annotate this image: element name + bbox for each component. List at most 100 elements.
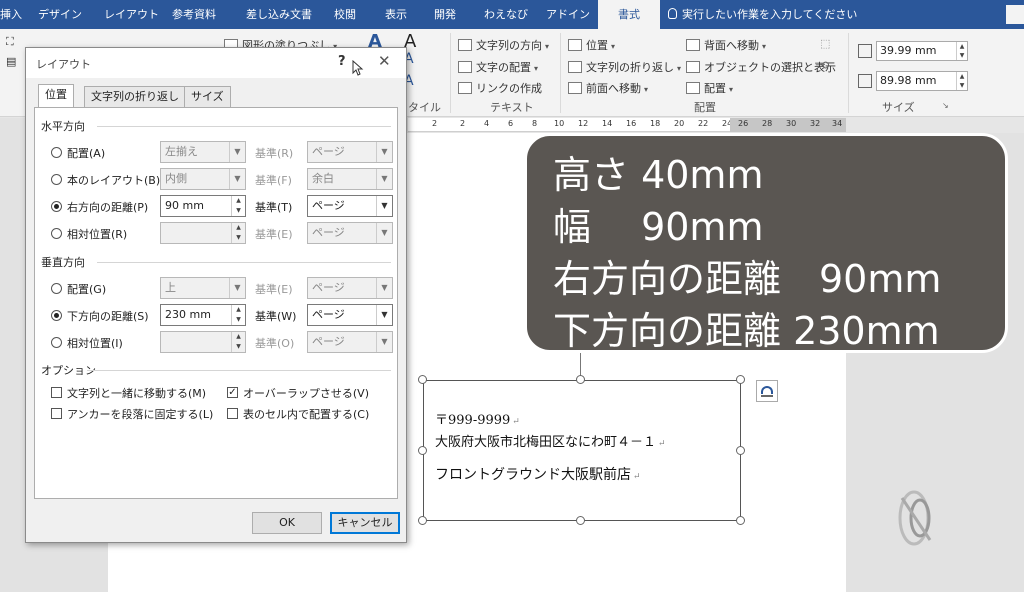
radio-book-layout[interactable] xyxy=(51,174,62,185)
tab-references[interactable]: 参考資料 xyxy=(172,0,216,29)
label-v-relative: 相対位置(I) xyxy=(67,337,123,350)
ruler-tick: 16 xyxy=(626,119,637,128)
shape-width-input[interactable]: 89.98 mm ▲ ▼ xyxy=(876,71,968,91)
radio-v-relative[interactable] xyxy=(51,337,62,348)
align-text-button[interactable]: 文字の配置 ▾ xyxy=(458,59,538,75)
resize-handle-bottom-left[interactable] xyxy=(418,516,427,525)
select-v-absolute-base[interactable]: ページ ▼ xyxy=(307,304,393,326)
tab-developer[interactable]: 開発 xyxy=(434,0,456,29)
section-divider xyxy=(87,370,391,371)
ruler-tick: 18 xyxy=(650,119,661,128)
banner-horizontal-distance: 右方向の距離 90mm xyxy=(553,257,942,301)
textbox-address-line: 大阪府大阪市北梅田区なにわ町４－１ ↵ xyxy=(435,435,666,450)
select-h-alignment[interactable]: 左揃え ▼ xyxy=(160,141,246,163)
wrap-text-button[interactable]: 文字列の折り返し ▾ xyxy=(568,59,681,75)
radio-h-absolute[interactable] xyxy=(51,201,62,212)
input-h-relative[interactable]: ▲ ▼ xyxy=(160,222,246,244)
input-h-absolute[interactable]: 90 mm ▲ ▼ xyxy=(160,195,246,217)
help-button[interactable]: ? xyxy=(338,54,346,69)
banner-height: 高さ 40mm xyxy=(553,153,764,197)
resize-handle-top[interactable] xyxy=(576,375,585,384)
select-book-layout[interactable]: 内側 ▼ xyxy=(160,168,246,190)
create-link-button[interactable]: リンクの作成 xyxy=(458,80,542,96)
link-icon xyxy=(458,82,472,94)
textbox-postal-line: 〒999-9999 ↵ xyxy=(435,413,520,428)
checkbox-move-with-text[interactable] xyxy=(51,387,62,398)
chevron-down-icon: ▼ xyxy=(229,142,245,162)
select-v-alignment[interactable]: 上 ▼ xyxy=(160,277,246,299)
ok-button[interactable]: OK xyxy=(252,512,322,534)
tell-me-box[interactable]: 実行したい作業を入力してください xyxy=(668,0,857,29)
close-button[interactable]: ✕ xyxy=(378,52,391,70)
tab-view[interactable]: 表示 xyxy=(385,0,407,29)
tab-layout[interactable]: レイアウト xyxy=(104,0,159,29)
bring-forward-button[interactable]: 前面へ移動 ▾ xyxy=(568,80,648,96)
label-v-absolute: 下方向の距離(S) xyxy=(67,310,149,323)
tab-size[interactable]: サイズ xyxy=(184,86,231,108)
input-v-absolute[interactable]: 230 mm ▲ ▼ xyxy=(160,304,246,326)
resize-handle-bottom-right[interactable] xyxy=(736,516,745,525)
ruler-tick: 4 xyxy=(484,119,490,128)
address-textbox[interactable]: 〒999-9999 ↵ 大阪府大阪市北梅田区なにわ町４－１ ↵ フロントグラウンド大… xyxy=(423,380,741,521)
bring-forward-icon xyxy=(568,82,582,94)
size-group-label: サイズ xyxy=(882,101,915,114)
radio-v-alignment[interactable] xyxy=(51,283,62,294)
align-button[interactable]: 配置 ▾ xyxy=(686,80,733,96)
select-v-relative-base[interactable]: ページ ▼ xyxy=(307,331,393,353)
tab-waenavi[interactable]: わえなび xyxy=(484,0,528,29)
ruler-tick: 34 xyxy=(832,119,843,128)
radio-v-absolute[interactable] xyxy=(51,310,62,321)
wrap-text-icon xyxy=(568,61,582,73)
edit-shape-icon[interactable]: ⛶ xyxy=(6,35,14,49)
tab-text-wrapping[interactable]: 文字列の折り返し xyxy=(84,86,186,108)
checkbox-allow-overlap[interactable]: ✓ xyxy=(227,387,238,398)
tab-mailings[interactable]: 差し込み文書 xyxy=(246,0,312,29)
resize-handle-left[interactable] xyxy=(418,446,427,455)
resize-handle-right[interactable] xyxy=(736,446,745,455)
select-h-relative-base[interactable]: ページ ▼ xyxy=(307,222,393,244)
input-v-relative[interactable]: ▲ ▼ xyxy=(160,331,246,353)
chevron-down-icon: ▼ xyxy=(376,278,392,298)
resize-handle-bottom[interactable] xyxy=(576,516,585,525)
rotate-icon[interactable]: ⟲ xyxy=(820,59,829,72)
tab-review[interactable]: 校閲 xyxy=(334,0,356,29)
cancel-button[interactable]: キャンセル xyxy=(330,512,400,534)
selection-pane-button[interactable]: オブジェクトの選択と表示 xyxy=(686,59,836,75)
radio-h-alignment[interactable] xyxy=(51,147,62,158)
width-spinner-icon[interactable]: ▲ ▼ xyxy=(956,72,967,90)
select-v-alignment-base[interactable]: ページ ▼ xyxy=(307,277,393,299)
layout-options-button[interactable] xyxy=(756,380,778,402)
spinner-icon[interactable]: ▲ ▼ xyxy=(231,196,245,216)
group-icon[interactable]: ⬚ xyxy=(820,37,830,50)
dialog-title-bar[interactable]: レイアウト ? ✕ xyxy=(26,48,406,78)
resize-handle-top-left[interactable] xyxy=(418,375,427,384)
spinner-icon[interactable]: ▲ ▼ xyxy=(231,332,245,352)
textbox-icon[interactable]: ▤ xyxy=(6,55,16,68)
text-direction-button[interactable]: 文字列の方向 ▾ xyxy=(458,37,549,53)
position-button[interactable]: 位置 ▾ xyxy=(568,37,615,53)
ruler-margin: 26 28 30 32 34 xyxy=(730,118,846,132)
tab-position[interactable]: 位置 xyxy=(38,84,74,108)
select-book-layout-base[interactable]: 余白 ▼ xyxy=(307,168,393,190)
radio-h-relative[interactable] xyxy=(51,228,62,239)
group-separator xyxy=(450,33,451,113)
spinner-icon[interactable]: ▲ ▼ xyxy=(231,305,245,325)
ruler-tick: 28 xyxy=(762,119,773,128)
spinner-icon[interactable]: ▲ ▼ xyxy=(231,223,245,243)
size-dialog-launcher-icon[interactable]: ↘ xyxy=(942,101,949,110)
select-h-alignment-base[interactable]: ページ ▼ xyxy=(307,141,393,163)
send-backward-button[interactable]: 背面へ移動 ▾ xyxy=(686,37,766,53)
resize-handle-top-right[interactable] xyxy=(736,375,745,384)
label-book-layout: 本のレイアウト(B) xyxy=(67,174,161,187)
chevron-down-icon: ▼ xyxy=(376,332,392,352)
select-h-absolute-base[interactable]: ページ ▼ xyxy=(307,195,393,217)
height-spinner-icon[interactable]: ▲ ▼ xyxy=(956,42,967,60)
tab-insert[interactable]: 挿入 xyxy=(0,0,22,29)
tab-design[interactable]: デザイン xyxy=(38,0,82,29)
tab-addins[interactable]: アドイン xyxy=(546,0,590,29)
tab-format[interactable]: 書式 xyxy=(598,0,660,29)
checkbox-layout-in-cell[interactable] xyxy=(227,408,238,419)
shape-height-input[interactable]: 39.99 mm ▲ ▼ xyxy=(876,41,968,61)
section-divider xyxy=(97,126,391,127)
checkbox-lock-anchor[interactable] xyxy=(51,408,62,419)
